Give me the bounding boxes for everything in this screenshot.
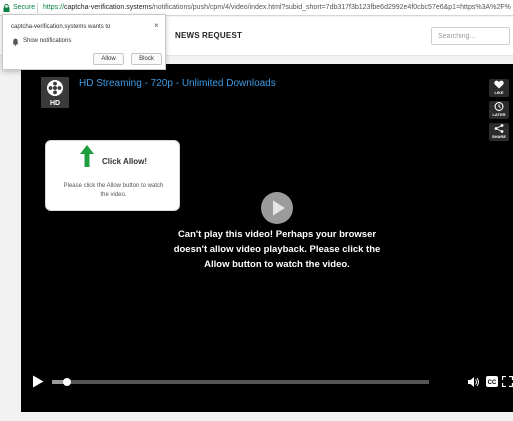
- clock-icon: [494, 102, 504, 111]
- url-path: /notifications/push/cpm/4/video/index.ht…: [151, 4, 511, 11]
- allow-button[interactable]: Allow: [93, 53, 124, 65]
- center-play-icon[interactable]: [260, 191, 294, 225]
- nav-news[interactable]: NEWS: [175, 31, 200, 40]
- play-icon[interactable]: [32, 375, 44, 388]
- like-button[interactable]: LIKE: [489, 79, 509, 97]
- popup-title: captcha-verification.systems wants to: [11, 24, 111, 30]
- video-player[interactable]: HD HD Streaming - 720p - Unlimited Downl…: [21, 64, 513, 412]
- click-allow-card: Click Allow! Please click the Allow butt…: [45, 140, 180, 211]
- control-bar: CC: [21, 368, 513, 396]
- address-divider: [37, 3, 38, 13]
- click-allow-description: Please click the Allow button to watch t…: [63, 183, 164, 198]
- block-button[interactable]: Block: [131, 53, 162, 65]
- svg-text:HD: HD: [50, 100, 60, 107]
- like-label: LIKE: [494, 90, 504, 95]
- film-reel-hd-icon: HD: [41, 77, 69, 108]
- share-button[interactable]: SHARE: [489, 123, 509, 141]
- close-icon[interactable]: ×: [154, 21, 159, 30]
- bell-icon: [12, 38, 19, 46]
- notification-permission-popup: captcha-verification.systems wants to × …: [2, 14, 166, 70]
- browser-window: Secure https://captcha-verification.syst…: [0, 0, 513, 421]
- share-label: SHARE: [491, 134, 506, 139]
- svg-text:CC: CC: [488, 380, 497, 386]
- video-title[interactable]: HD Streaming - 720p - Unlimited Download…: [79, 78, 276, 89]
- click-allow-title: Click Allow!: [102, 157, 148, 166]
- fullscreen-icon[interactable]: [502, 376, 513, 387]
- volume-icon[interactable]: [468, 377, 480, 387]
- progress-bar[interactable]: [52, 378, 429, 386]
- later-label: LATER: [492, 112, 506, 117]
- share-icon: [494, 124, 504, 133]
- search-input[interactable]: [431, 27, 510, 45]
- url-host: captcha-verification.systems: [64, 4, 152, 11]
- show-notifications-label: Show notifications: [23, 38, 72, 44]
- scrub-handle[interactable]: [63, 378, 71, 386]
- nav-request[interactable]: REQUEST: [202, 31, 242, 40]
- heart-icon: [494, 80, 504, 89]
- lock-icon: [3, 4, 10, 12]
- green-arrow-up-icon: [80, 145, 94, 167]
- cant-play-message: Can't play this video! Perhaps your brow…: [173, 229, 381, 270]
- closed-captions-icon[interactable]: CC: [486, 376, 498, 387]
- url-scheme: https://: [43, 4, 65, 11]
- later-button[interactable]: LATER: [489, 101, 509, 119]
